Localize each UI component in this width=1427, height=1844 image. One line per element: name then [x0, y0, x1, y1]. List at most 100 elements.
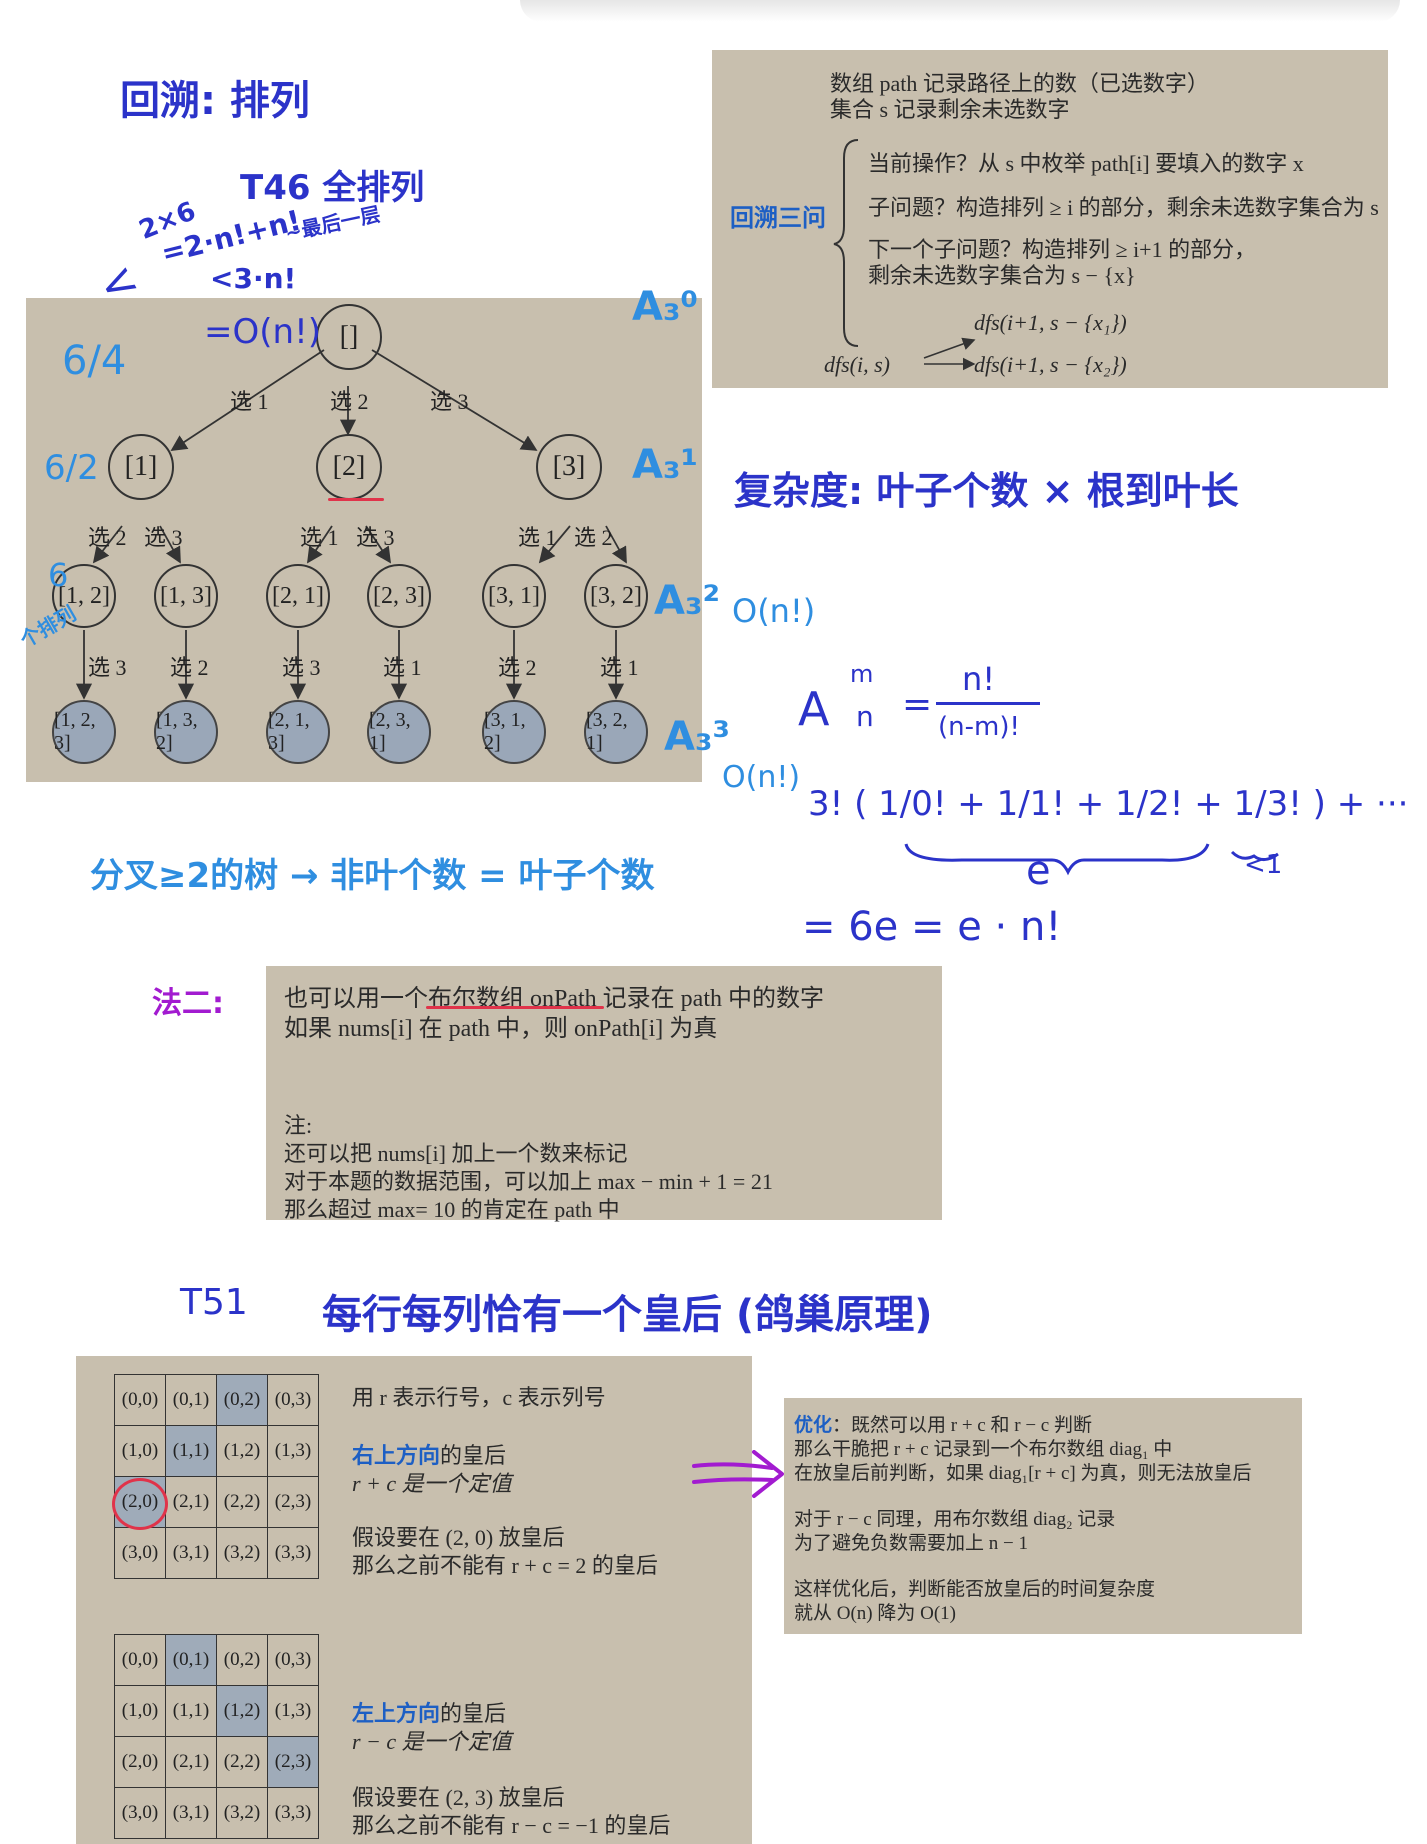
three-questions-label: 回溯三问	[730, 204, 826, 232]
brace-icon	[833, 139, 859, 347]
dfs-parent: dfs(i, s)	[824, 352, 890, 377]
note-series-lt1: <1	[1244, 850, 1283, 880]
grid-cell: (2,3)	[267, 1476, 319, 1528]
opt-line-6: 这样优化后，判断能否放皇后的时间复杂度	[794, 1579, 1156, 1600]
note-t51: T51	[180, 1282, 248, 1323]
tree-leaf: [1, 2, 3]	[52, 700, 116, 764]
note-series-e: e	[1026, 848, 1051, 894]
question-3b: 剩余未选数字集合为 s − {x}	[868, 263, 1136, 288]
arrow-right-icon	[692, 1450, 784, 1498]
grid-cell: (0,1)	[165, 1634, 217, 1686]
tree-node-level2: [3, 1]	[482, 564, 546, 628]
grid-cell: (2,0)	[114, 1736, 166, 1788]
permutation-tree-panel: [] 选 1 选 2 选 3 [1] [2] [3] 选 2 选 3 选 1 选…	[26, 298, 702, 782]
tree-root: []	[316, 304, 382, 370]
tree-leaf: [2, 3, 1]	[367, 700, 431, 764]
note-on-2: O(n!)	[722, 760, 801, 795]
grid-cell: (3,0)	[114, 1787, 166, 1839]
grid-cell: (0,3)	[267, 1634, 319, 1686]
tree-node-level1: [2]	[316, 434, 382, 500]
grid-cell: (3,2)	[216, 1787, 268, 1839]
note-calc-3: <3·n!	[210, 262, 297, 295]
set-desc: 集合 s 记录剩余未选数字	[830, 97, 1070, 122]
grid-cell: (3,1)	[165, 1787, 217, 1839]
red-underline	[426, 1006, 604, 1009]
tree-node-level2: [2, 3]	[367, 564, 431, 628]
tree-edge-label: 选 3	[430, 389, 469, 414]
note-a32: A₃²	[654, 578, 720, 624]
fraction-bar	[936, 702, 1040, 705]
grid-cell: (1,3)	[267, 1425, 319, 1477]
note-title: 回溯: 排列	[120, 78, 310, 124]
method2-panel: 也可以用一个布尔数组 onPath 记录在 path 中的数字 如果 nums[…	[266, 966, 942, 1222]
grid-cell: (3,3)	[267, 1787, 319, 1839]
grid-cell: (1,2)	[216, 1685, 268, 1737]
grid-cell: (1,1)	[165, 1425, 217, 1477]
question-1: 当前操作？从 s 中枚举 path[i] 要填入的数字 x	[868, 151, 1304, 176]
grid-cell: (2,1)	[165, 1476, 217, 1528]
grid-cell: (1,1)	[165, 1685, 217, 1737]
queens-intro: 用 r 表示行号，c 表示列号	[352, 1385, 606, 1410]
tree-edge-label: 选 3	[282, 655, 321, 680]
red-underline	[328, 498, 384, 501]
note-series: 3! ( 1/0! + 1/1! + 1/2! + 1/3! ) + ···	[808, 784, 1409, 824]
queens-panel: (0,0) (0,1) (0,2) (0,3) (1,0) (1,1) (1,2) (1,3…	[76, 1356, 752, 1844]
opt-title: 优化	[794, 1414, 833, 1436]
note-big-o: =O(n!)	[204, 312, 321, 352]
note-6: 6	[48, 556, 69, 594]
tree-node-level2: [2, 1]	[266, 564, 330, 628]
tree-node-level2: [1, 3]	[154, 564, 218, 628]
note-branch: 分叉≥2的树 → 非叶个数 = 叶子个数	[90, 856, 655, 896]
queens-grid-sum: (0,0) (0,1) (0,2) (0,3) (1,0) (1,1) (1,2) (1,3…	[114, 1374, 319, 1579]
formula-eq: =	[902, 684, 933, 725]
tree-edge-label: 选 1	[600, 655, 639, 680]
note-6-2: 6/2	[44, 448, 99, 488]
note-t51-desc: 每行每列恰有一个皇后 (鸽巢原理)	[322, 1292, 933, 1338]
red-circle	[112, 1478, 168, 1530]
note-method-2: 法二:	[152, 986, 224, 1021]
grid-cell: (3,2)	[216, 1527, 268, 1579]
tree-edge-label: 选 1	[230, 389, 269, 414]
permutation-formula: A m n = n! (n-m)!	[798, 654, 1040, 764]
opt-line-1-text: ：既然可以用 r + c 和 r − c 判断	[832, 1415, 1092, 1436]
note-a33: A₃³	[664, 714, 730, 760]
upleft-suffix: 的皇后	[440, 1701, 507, 1726]
upright-suffix: 的皇后	[440, 1443, 507, 1468]
tree-edge-label: 选 2	[574, 525, 613, 550]
note-result: = 6e = e · n!	[802, 904, 1062, 950]
tree-edge-label: 选 3	[144, 525, 183, 550]
opt-line-2: 那么干脆把 r + c 记录到一个布尔数组 diag₁ 中	[794, 1439, 1173, 1460]
optimization-panel: 优化：既然可以用 r + c 和 r − c 判断 那么干脆把 r + c 记录…	[784, 1398, 1302, 1634]
upright-desc: r + c 是一个定值	[352, 1471, 512, 1496]
tree-edge-label: 选 1	[300, 525, 339, 550]
tree-node-level1: [3]	[536, 434, 602, 500]
grid-cell: (1,2)	[216, 1425, 268, 1477]
note-6-4: 6/4	[62, 338, 127, 384]
tree-node-level1: [1]	[108, 434, 174, 500]
note-on-1: O(n!)	[732, 592, 816, 630]
opt-line-5: 为了避免负数需要加上 n − 1	[794, 1533, 1028, 1554]
grid-cell: (0,2)	[216, 1634, 268, 1686]
tree-edge-label: 选 2	[498, 655, 537, 680]
grid-cell: (0,3)	[267, 1374, 319, 1426]
grid-cell: (0,0)	[114, 1634, 166, 1686]
dfs-arrows	[923, 337, 976, 371]
grid-cell: (2,3)	[267, 1736, 319, 1788]
tree-edge-label: 选 1	[383, 655, 422, 680]
grid-cell: (2,2)	[216, 1476, 268, 1528]
tree-leaf: [3, 2, 1]	[584, 700, 648, 764]
grid-cell: (0,0)	[114, 1374, 166, 1426]
tree-leaf: [1, 3, 2]	[154, 700, 218, 764]
backtracking-panel: 数组 path 记录路径上的数（已选数字） 集合 s 记录剩余未选数字 回溯三问…	[712, 50, 1388, 388]
tree-edge-label: 选 3	[356, 525, 395, 550]
grid-cell: (0,1)	[165, 1374, 217, 1426]
onpath-line-2: 如果 nums[i] 在 path 中，则 onPath[i] 为真	[284, 1016, 718, 1042]
opt-line-3: 在放皇后前判断，如果 diag₁[r + c] 为真，则无法放皇后	[794, 1463, 1252, 1484]
dfs-child-1: dfs(i+1, s − {x₁})	[974, 310, 1127, 335]
tree-edge-label: 选 2	[88, 525, 127, 550]
formula-denominator: (n-m)!	[938, 712, 1020, 742]
top-shadow	[520, 0, 1400, 22]
tree-edge-label: 选 2	[170, 655, 209, 680]
tree-edge-label: 选 3	[88, 655, 127, 680]
tree-edge-label: 选 2	[330, 389, 369, 414]
